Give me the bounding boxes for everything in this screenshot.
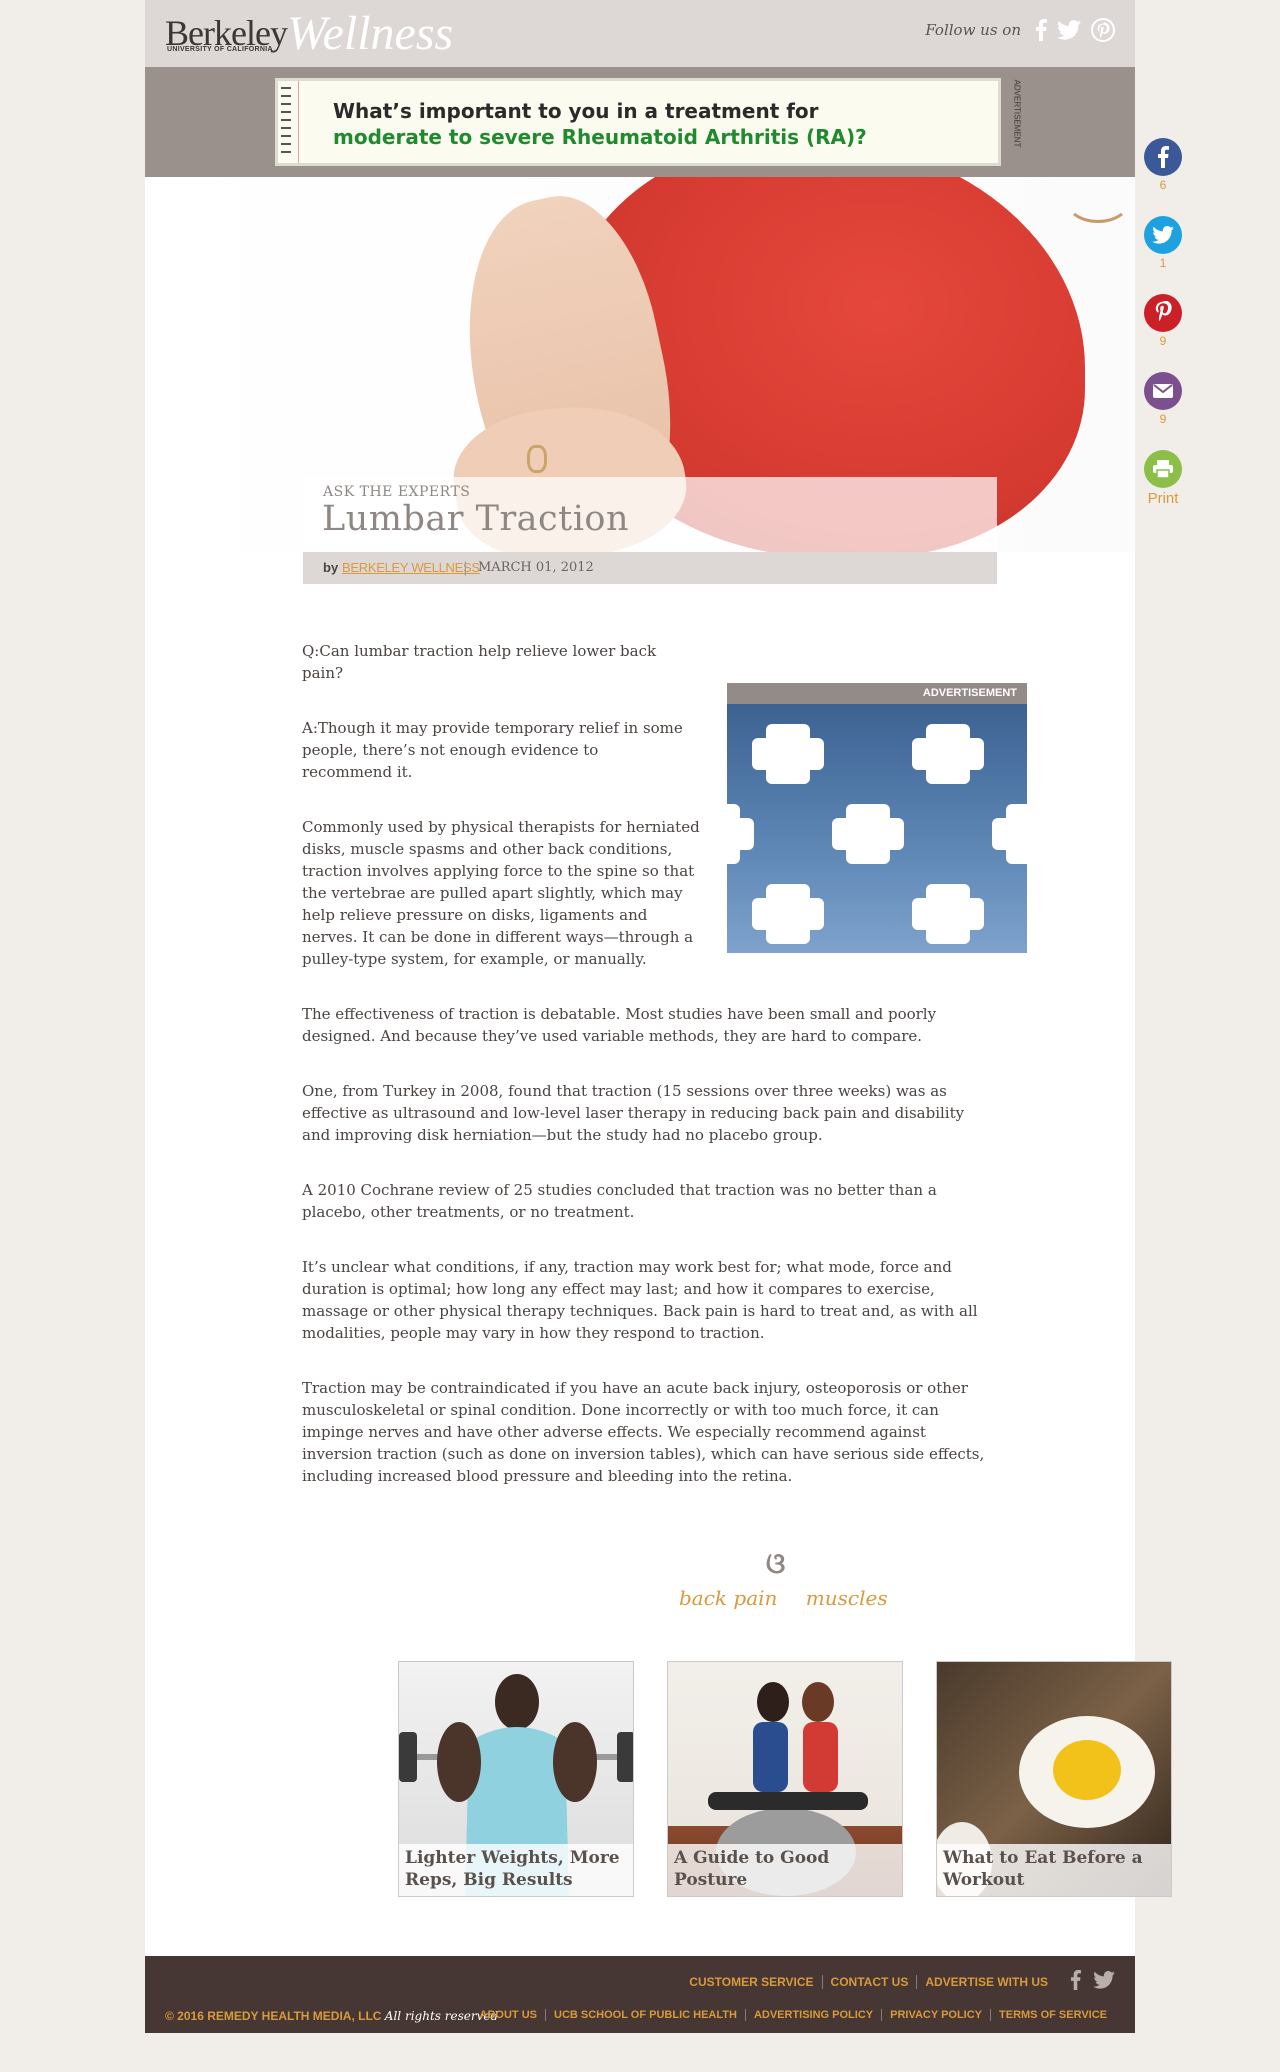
footer-link-contact-us[interactable]: CONTACT US (821, 1974, 917, 1989)
byline: by BERKELEY WELLNESS | MARCH 01, 2012 (303, 552, 997, 584)
twitter-icon[interactable] (1087, 1971, 1115, 1992)
email-icon[interactable] (1144, 372, 1182, 410)
footer-bottom-links: ABOUT US UCB SCHOOL OF PUBLIC HEALTH ADV… (472, 2009, 1115, 2021)
answer-paragraph: A:Though it may provide temporary relief… (302, 719, 683, 781)
related-article-title: What to Eat Before a Workout (937, 1844, 1171, 1896)
footer-top-links: CUSTOMER SERVICE CONTACT US ADVERTISE WI… (681, 1970, 1115, 1993)
footer-link-ucb-school[interactable]: UCB SCHOOL OF PUBLIC HEALTH (545, 2009, 745, 2021)
cloud-shape (912, 724, 984, 784)
cloud-shape (727, 804, 754, 864)
facebook-icon[interactable] (1056, 1970, 1087, 1993)
sidebar-ad-image (727, 704, 1027, 953)
cloud-shape (992, 804, 1027, 864)
site-header: Berkeley UNIVERSITY OF CALIFORNIA Wellne… (145, 0, 1135, 67)
sidebar-ad[interactable]: ADVERTISEMENT (727, 683, 1027, 953)
notebook-margin (298, 81, 299, 163)
pinterest-icon[interactable] (1091, 18, 1115, 42)
related-article-card[interactable]: Lighter Weights, More Reps, Big Results (398, 1661, 634, 1897)
twitter-icon[interactable] (1057, 20, 1081, 40)
cloud-shape (832, 804, 904, 864)
ad-headline-1: What’s important to you in a treatment f… (333, 99, 819, 123)
share-email[interactable]: 9 (1142, 372, 1184, 426)
twitter-icon[interactable] (1144, 216, 1182, 254)
follow-us: Follow us on (925, 18, 1115, 42)
facebook-icon[interactable] (1035, 19, 1047, 41)
share-count: 1 (1159, 256, 1167, 270)
footer-link-privacy[interactable]: PRIVACY POLICY (881, 2009, 990, 2021)
top-ad-banner[interactable]: What’s important to you in a treatment f… (275, 78, 1001, 166)
related-article-title: Lighter Weights, More Reps, Big Results (399, 1844, 633, 1896)
article-paragraph: One, from Turkey in 2008, found that tra… (302, 1082, 965, 1144)
byline-separator: | (463, 560, 468, 576)
tag-list: back pain muscles (679, 1586, 910, 1610)
publish-date: MARCH 01, 2012 (478, 560, 594, 575)
share-twitter[interactable]: 1 (1142, 216, 1184, 270)
hero-ring (527, 445, 547, 473)
follow-label: Follow us on (925, 21, 1021, 39)
related-article-title: A Guide to Good Posture (668, 1844, 902, 1896)
footer-link-terms[interactable]: TERMS OF SERVICE (990, 2009, 1115, 2021)
footer-link-advertising-policy[interactable]: ADVERTISING POLICY (744, 2009, 881, 2021)
site-footer: CUSTOMER SERVICE CONTACT US ADVERTISE WI… (145, 1956, 1135, 2033)
footer-link-customer-service[interactable]: CUSTOMER SERVICE (681, 1975, 821, 1989)
ad-headline-2: moderate to severe Rheumatoid Arthritis … (333, 125, 867, 149)
hero-hair (1065, 177, 1131, 223)
related-article-card[interactable]: A Guide to Good Posture (667, 1661, 903, 1897)
article-paragraph: Commonly used by physical therapists for… (302, 818, 700, 968)
share-count: 9 (1159, 334, 1167, 348)
footer-link-advertise[interactable]: ADVERTISE WITH US (916, 1974, 1056, 1989)
copyright: © 2016 REMEDY HEALTH MEDIA, LLC All righ… (165, 2009, 498, 2023)
article-paragraph: It’s unclear what conditions, if any, tr… (302, 1258, 978, 1342)
company-link[interactable]: REMEDY HEALTH MEDIA, LLC (207, 2009, 381, 2023)
article-kicker[interactable]: ASK THE EXPERTS (323, 484, 470, 500)
top-ad-strip: What’s important to you in a treatment f… (145, 67, 1135, 177)
question-paragraph: Q:Can lumbar traction help relieve lower… (302, 642, 657, 682)
sidebar-ad-label: ADVERTISEMENT (727, 683, 1027, 704)
cloud-shape (912, 884, 984, 944)
ad-vertical-label: ADVERTISEMENT (1012, 77, 1025, 157)
logo-wellness: Wellness (287, 7, 454, 60)
pinterest-icon[interactable] (1144, 294, 1182, 332)
article-paragraph: The effectiveness of traction is debatab… (302, 1005, 937, 1045)
share-count: 9 (1159, 412, 1167, 426)
facebook-icon[interactable] (1144, 138, 1182, 176)
related-article-card[interactable]: What to Eat Before a Workout (936, 1661, 1172, 1897)
copyright-year: © 2016 (165, 2009, 204, 2023)
tag-link[interactable]: back pain (679, 1586, 777, 1610)
notebook-spiral (281, 87, 291, 157)
share-print[interactable]: Print (1142, 450, 1184, 507)
tag-link[interactable]: muscles (806, 1586, 888, 1610)
share-count: 6 (1159, 178, 1167, 192)
hero-image: ASK THE EXPERTS Lumbar Traction (145, 177, 1135, 552)
print-icon[interactable] (1144, 450, 1182, 488)
article-paragraph: Traction may be contraindicated if you h… (302, 1379, 985, 1485)
cloud-shape (752, 724, 824, 784)
share-facebook[interactable]: 6 (1142, 138, 1184, 192)
byline-by: by (323, 560, 339, 575)
ad-label-text: ADVERTISEMENT (1012, 79, 1022, 148)
article-paragraph: A 2010 Cochrane review of 25 studies con… (302, 1181, 937, 1221)
page-title: Lumbar Traction (322, 499, 630, 539)
print-label[interactable]: Print (1142, 490, 1184, 507)
section-ornament: ଓ (766, 1547, 785, 1580)
cloud-shape (752, 884, 824, 944)
footer-link-about[interactable]: ABOUT US (472, 2009, 545, 2021)
page: Berkeley UNIVERSITY OF CALIFORNIA Wellne… (145, 0, 1172, 2033)
share-pinterest[interactable]: 9 (1142, 294, 1184, 348)
author-link[interactable]: BERKELEY WELLNESS (342, 552, 480, 584)
logo-subtitle: UNIVERSITY OF CALIFORNIA (167, 46, 273, 53)
